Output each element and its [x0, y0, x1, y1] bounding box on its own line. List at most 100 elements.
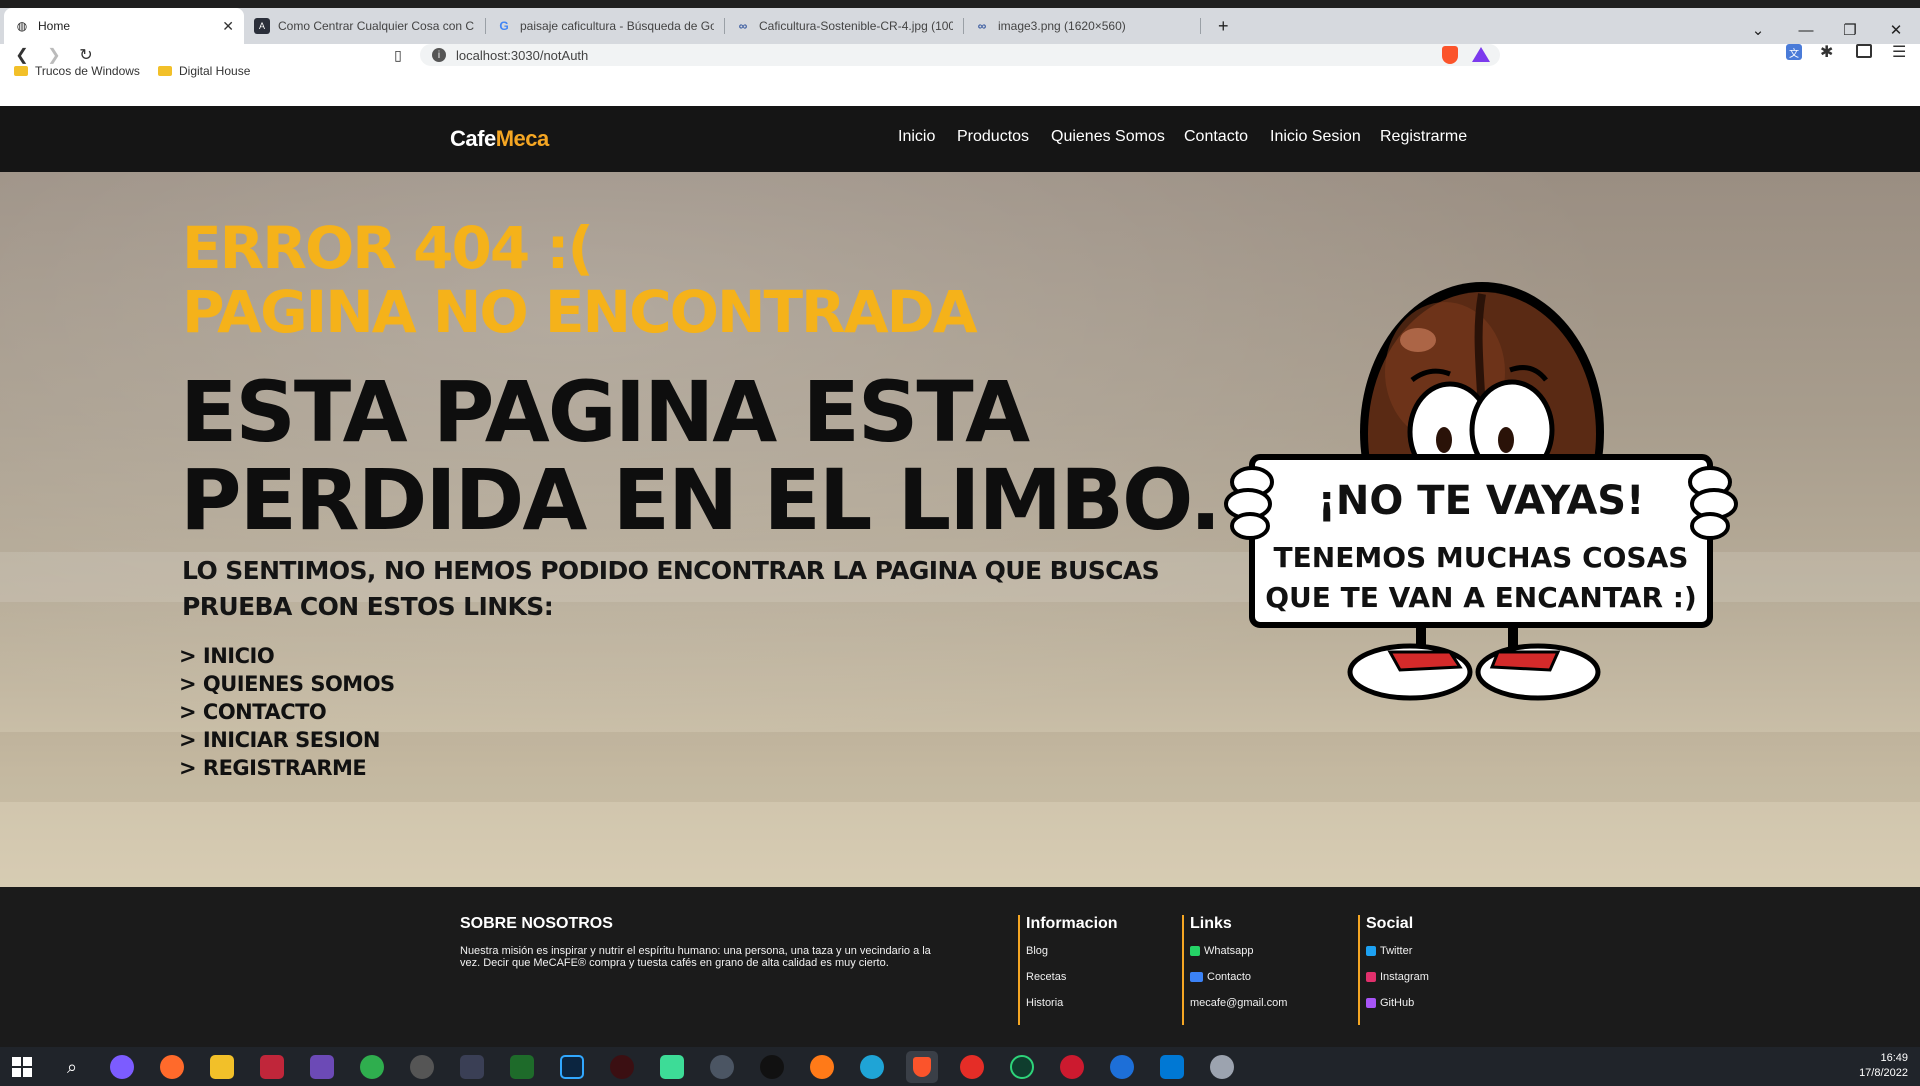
- photoshop-icon[interactable]: [560, 1055, 584, 1079]
- about-title: SOBRE NOSOTROS: [460, 915, 613, 932]
- brave-rewards-icon[interactable]: [1472, 47, 1490, 62]
- bookmark-trucos-windows[interactable]: Trucos de Windows: [14, 64, 140, 78]
- firefox-icon[interactable]: [810, 1055, 834, 1079]
- search-icon[interactable]: ⌕: [60, 1055, 84, 1079]
- link-registrarme[interactable]: > REGISTRARME: [179, 754, 395, 782]
- nav-inicio[interactable]: Inicio: [898, 128, 935, 146]
- translate-icon[interactable]: 文: [1786, 44, 1802, 60]
- new-tab-button[interactable]: +: [1208, 8, 1236, 44]
- footer-link-blog[interactable]: Blog: [1026, 945, 1168, 971]
- footer-link-contacto[interactable]: Contacto: [1190, 971, 1342, 997]
- footer-link-twitter[interactable]: Twitter: [1366, 945, 1508, 971]
- app-icon-purple[interactable]: [310, 1055, 334, 1079]
- tab-image3[interactable]: ∞ image3.png (1620×560): [964, 8, 1200, 44]
- brave-shield-icon[interactable]: [1442, 46, 1458, 64]
- info-title: Informacion: [1026, 915, 1118, 932]
- left-shoe: [1347, 643, 1473, 701]
- app-icon-lock[interactable]: [710, 1055, 734, 1079]
- app-icon-davinci[interactable]: [460, 1055, 484, 1079]
- app-icon-postman[interactable]: [160, 1055, 184, 1079]
- link-iniciar-sesion[interactable]: > INICIAR SESION: [179, 726, 395, 754]
- nav-contacto[interactable]: Contacto: [1184, 128, 1248, 146]
- bookmark-icon[interactable]: ▯: [384, 44, 412, 66]
- app-icon-upwork[interactable]: [1010, 1055, 1034, 1079]
- lost-heading-line1: ESTA PAGINA ESTA: [180, 363, 1030, 461]
- folder-icon: [14, 66, 28, 76]
- forward-icon[interactable]: ❯: [40, 44, 68, 66]
- right-shoe: [1475, 643, 1601, 701]
- windows-start-icon[interactable]: [10, 1055, 34, 1079]
- menu-icon[interactable]: ☰: [1892, 42, 1906, 62]
- youtube-icon[interactable]: [960, 1055, 984, 1079]
- restore-icon[interactable]: ❐: [1830, 16, 1870, 44]
- app-icon-green[interactable]: [360, 1055, 384, 1079]
- tab-title: paisaje caficultura - Búsqueda de Goo: [520, 19, 714, 33]
- opera-icon[interactable]: [1060, 1055, 1084, 1079]
- footer-email[interactable]: mecafe@gmail.com: [1190, 997, 1342, 1023]
- app-icon-cortana[interactable]: [110, 1055, 134, 1079]
- tab-strip: ◍ Home ✕ A Como Centrar Cualquier Cosa c…: [0, 8, 1920, 44]
- site-icon: A: [254, 18, 270, 34]
- left-pupil: [1436, 427, 1452, 453]
- back-icon[interactable]: ❮: [8, 44, 36, 66]
- nav-quienes-somos[interactable]: Quienes Somos: [1051, 128, 1165, 146]
- tab-image-caficultura[interactable]: ∞ Caficultura-Sostenible-CR-4.jpg (1000: [725, 8, 963, 44]
- footer-link-instagram[interactable]: Instagram: [1366, 971, 1508, 997]
- extensions-icon[interactable]: ✱: [1820, 42, 1833, 62]
- error-code-heading: ERROR 404 :(: [182, 214, 594, 282]
- tab-title: Como Centrar Cualquier Cosa con CSS: [278, 19, 474, 33]
- windows-taskbar: ⌕ 16:49 17/8/2022: [0, 1047, 1920, 1086]
- tab-google-search[interactable]: G paisaje caficultura - Búsqueda de Goo: [486, 8, 724, 44]
- coffee-bean-mascot: ¡NO TE VAYAS! TENEMOS MUCHAS COSAS QUE T…: [1224, 282, 1738, 701]
- bean-shine: [1400, 328, 1436, 352]
- tab-home[interactable]: ◍ Home ✕: [4, 8, 244, 44]
- error-not-found-heading: PAGINA NO ENCONTRADA: [182, 278, 978, 346]
- logo-accent: Meca: [495, 126, 550, 151]
- edge-icon[interactable]: [860, 1055, 884, 1079]
- bookmark-digital-house[interactable]: Digital House: [158, 64, 250, 78]
- link-contacto[interactable]: > CONTACTO: [179, 698, 395, 726]
- footer-link-github[interactable]: GitHub: [1366, 997, 1508, 1023]
- sign-title: ¡NO TE VAYAS!: [1318, 478, 1645, 524]
- lost-heading-line2: PERDIDA EN EL LIMBO.: [180, 451, 1222, 549]
- footer-info-column: Informacion Blog Recetas Historia: [1018, 915, 1168, 1025]
- app-icon-paint[interactable]: [1210, 1055, 1234, 1079]
- link-quienes-somos[interactable]: > QUIENES SOMOS: [179, 670, 395, 698]
- contacto-label: Contacto: [1207, 971, 1252, 983]
- clock-time: 16:49: [1880, 1052, 1908, 1064]
- app-icon-blue-c[interactable]: [1110, 1055, 1134, 1079]
- nav-registrarme[interactable]: Registrarme: [1380, 128, 1467, 146]
- app-icon-teal[interactable]: [660, 1055, 684, 1079]
- vscode-icon[interactable]: [1160, 1055, 1184, 1079]
- site-header: CafeMeca Inicio Productos Quienes Somos …: [0, 106, 1920, 172]
- app-icon-ankama[interactable]: [610, 1055, 634, 1079]
- wallet-icon[interactable]: [1856, 44, 1872, 58]
- link-inicio[interactable]: > INICIO: [179, 642, 395, 670]
- nav-productos[interactable]: Productos: [957, 128, 1029, 146]
- footer-link-historia[interactable]: Historia: [1026, 997, 1168, 1023]
- tab-css-article[interactable]: A Como Centrar Cualquier Cosa con CSS: [244, 8, 484, 44]
- system-clock[interactable]: 16:49 17/8/2022: [1859, 1051, 1908, 1081]
- site-logo[interactable]: CafeMeca: [450, 126, 549, 152]
- suggested-links: > INICIO > QUIENES SOMOS > CONTACTO > IN…: [179, 642, 395, 782]
- app-icon-red[interactable]: [260, 1055, 284, 1079]
- obs-icon[interactable]: [410, 1055, 434, 1079]
- right-hand: [1688, 466, 1738, 540]
- footer-social-column: Social Twitter Instagram GitHub: [1358, 915, 1508, 1025]
- address-bar[interactable]: i localhost:3030/notAuth: [420, 44, 1500, 66]
- info-icon[interactable]: i: [432, 48, 446, 62]
- try-links-message: PRUEBA CON ESTOS LINKS:: [182, 592, 554, 621]
- app-icon-dark-green[interactable]: [510, 1055, 534, 1079]
- tiktok-icon[interactable]: [760, 1055, 784, 1079]
- footer-link-recetas[interactable]: Recetas: [1026, 971, 1168, 997]
- reload-icon[interactable]: ↻: [72, 44, 100, 66]
- minimize-icon[interactable]: —: [1786, 16, 1826, 44]
- sorry-message: LO SENTIMOS, NO HEMOS PODIDO ENCONTRAR L…: [182, 556, 1160, 585]
- brave-taskbar-active[interactable]: [906, 1051, 938, 1083]
- close-icon[interactable]: ✕: [222, 18, 234, 35]
- nav-inicio-sesion[interactable]: Inicio Sesion: [1270, 128, 1361, 146]
- tab-search-icon[interactable]: ⌄: [1738, 16, 1778, 44]
- footer-link-whatsapp[interactable]: Whatsapp: [1190, 945, 1342, 971]
- file-explorer-icon[interactable]: [210, 1055, 234, 1079]
- window-close-icon[interactable]: ✕: [1876, 16, 1916, 44]
